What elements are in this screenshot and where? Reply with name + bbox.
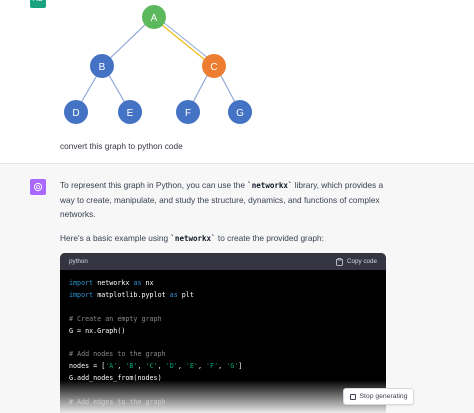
- node-d-label: D: [72, 108, 79, 119]
- node-b-label: B: [99, 62, 106, 73]
- user-message-text: convert this graph to python code: [60, 141, 183, 151]
- stop-icon: [349, 393, 356, 400]
- code-line-8: # Add edges to the graph: [69, 397, 166, 406]
- inline-code-networkx-2: `networkx`: [170, 234, 216, 243]
- graph-node-g: G: [228, 100, 252, 124]
- code-line-2: import matplotlib.pyplot as plt: [69, 290, 194, 299]
- user-message-block: AO A B C D E: [0, 0, 474, 163]
- graph-node-a: A: [142, 5, 166, 29]
- code-line-7: G.add_nodes_from(nodes): [69, 374, 162, 383]
- edge-a-c: [155, 19, 211, 65]
- code-line-4: G = nx.Graph(): [69, 326, 126, 335]
- stop-generating-label: Stop generating: [359, 393, 408, 400]
- user-avatar: AO: [30, 0, 46, 8]
- code-body: import networkx as nx import matplotlib.p…: [60, 270, 386, 413]
- code-line-1: import networkx as nx: [69, 279, 154, 287]
- graph-node-c: C: [202, 54, 226, 78]
- code-line-3: # Create an empty graph: [69, 314, 162, 323]
- copy-code-label: Copy code: [346, 258, 377, 265]
- assistant-message-block: To represent this graph in Python, you c…: [0, 163, 474, 413]
- graph-node-b: B: [90, 54, 114, 78]
- node-g-label: G: [236, 108, 244, 119]
- graph-node-d: D: [64, 100, 88, 124]
- inline-code-networkx: `networkx`: [247, 181, 293, 190]
- node-a-label: A: [151, 13, 158, 24]
- stop-generating-button[interactable]: Stop generating: [343, 388, 414, 405]
- assistant-paragraph-1: To represent this graph in Python, you c…: [60, 180, 384, 219]
- assistant-message-text: To represent this graph in Python, you c…: [60, 178, 400, 246]
- code-block-header: python Copy code: [60, 253, 386, 270]
- node-c-label: C: [210, 62, 217, 73]
- code-language-label: python: [69, 258, 88, 265]
- assistant-avatar: [30, 179, 46, 195]
- graph-node-f: F: [176, 100, 200, 124]
- code-block: python Copy code import networkx as nx im…: [60, 253, 386, 413]
- node-f-label: F: [185, 108, 191, 119]
- copy-code-button[interactable]: Copy code: [336, 257, 377, 266]
- edge-a-c-2: [157, 17, 214, 63]
- node-e-label: E: [127, 108, 134, 119]
- code-line-6: nodes = ['A', 'B', 'C', 'D', 'E', 'F', '…: [69, 362, 243, 371]
- openai-logo-icon: [33, 182, 43, 192]
- code-line-5: # Add nodes to the graph: [69, 350, 166, 359]
- clipboard-icon: [336, 257, 343, 266]
- graph-node-e: E: [118, 100, 142, 124]
- graph-image: A B C D E F G: [58, 0, 268, 130]
- assistant-paragraph-2: Here's a basic example using `networkx` …: [60, 233, 324, 243]
